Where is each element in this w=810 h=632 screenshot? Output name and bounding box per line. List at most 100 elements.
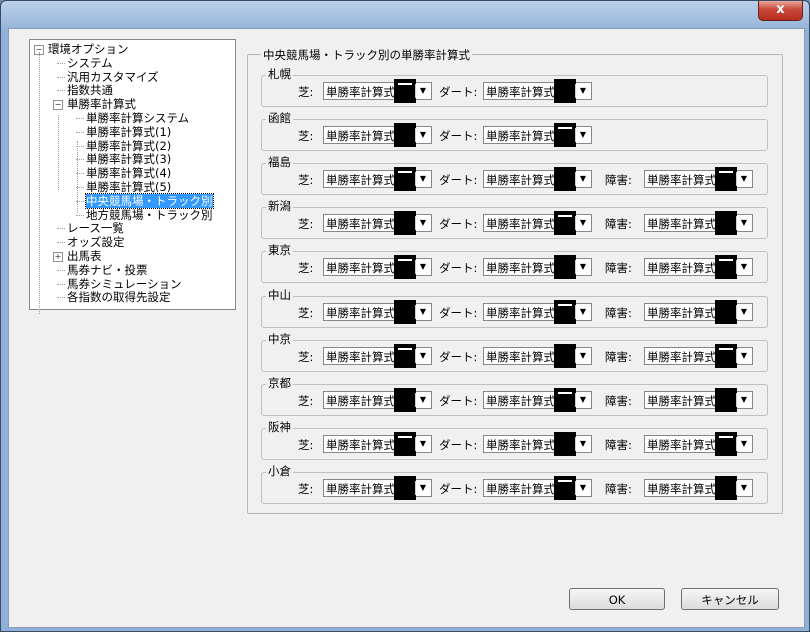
formula-combo[interactable]: 単勝率計算式 ▼: [644, 255, 753, 280]
tree-item[interactable]: 単勝率計算式(2): [86, 139, 171, 153]
redaction-block: [715, 431, 737, 456]
chevron-down-icon[interactable]: ▼: [415, 436, 430, 451]
combo-value: 単勝率計算式: [647, 173, 716, 188]
cancel-button[interactable]: キャンセル: [681, 588, 779, 610]
formula-combo[interactable]: 単勝率計算式 ▼: [483, 431, 592, 456]
chevron-down-icon[interactable]: ▼: [575, 84, 590, 98]
tree-item[interactable]: 単勝率計算式(1): [86, 125, 171, 139]
chevron-down-icon[interactable]: ▼: [736, 436, 751, 451]
tree-item[interactable]: 地方競馬場・トラック別: [86, 208, 213, 222]
formula-combo[interactable]: 単勝率計算式 ▼: [483, 343, 592, 368]
combo-value: 単勝率計算式: [326, 437, 395, 452]
tree-item[interactable]: 各指数の取得先設定: [67, 290, 171, 304]
tree-item[interactable]: 汎用カスタマイズ: [67, 70, 159, 84]
track-row: 東京 芝: 単勝率計算式 ▼ ダート: 単勝率計算式 ▼ 障害: 単勝率計算式 ▼: [261, 242, 768, 284]
hurdle-label: 障害:: [605, 217, 632, 232]
chevron-down-icon[interactable]: ▼: [415, 260, 430, 275]
tree-item[interactable]: 単勝率計算式(4): [86, 166, 171, 180]
hurdle-label: 障害:: [605, 393, 632, 408]
redaction-block: [554, 387, 576, 412]
tree-item-label: オッズ設定: [67, 235, 125, 250]
formula-combo[interactable]: 単勝率計算式 ▼: [644, 387, 753, 412]
formula-combo[interactable]: 単勝率計算式 ▼: [483, 167, 592, 192]
tree-item[interactable]: 単勝率計算式(3): [86, 152, 171, 166]
chevron-down-icon[interactable]: ▼: [575, 172, 590, 187]
formula-combo[interactable]: 単勝率計算式 ▼: [483, 123, 592, 148]
formula-combo[interactable]: 単勝率計算式 ▼: [323, 343, 432, 368]
formula-combo[interactable]: 単勝率計算式 ▼: [323, 167, 432, 192]
tree-item[interactable]: 単勝率計算式: [67, 97, 136, 111]
tree-item[interactable]: システム: [67, 56, 113, 70]
chevron-down-icon[interactable]: ▼: [736, 172, 751, 187]
formula-combo[interactable]: 単勝率計算式 ▼: [644, 211, 753, 236]
chevron-down-icon[interactable]: ▼: [575, 260, 590, 275]
tree-item[interactable]: レース一覧: [67, 221, 124, 235]
redaction-block: [554, 343, 576, 368]
chevron-down-icon[interactable]: ▼: [575, 436, 590, 451]
chevron-down-icon[interactable]: ▼: [415, 392, 430, 407]
chevron-down-icon[interactable]: ▼: [575, 480, 590, 495]
chevron-down-icon[interactable]: ▼: [736, 260, 751, 275]
chevron-down-icon[interactable]: ▼: [415, 348, 430, 363]
redaction-block: [554, 167, 576, 192]
formula-combo[interactable]: 単勝率計算式 ▼: [483, 387, 592, 412]
tree-item-label: 汎用カスタマイズ: [67, 69, 159, 84]
chevron-down-icon[interactable]: ▼: [575, 216, 590, 231]
tree-item[interactable]: 指数共通: [67, 83, 113, 97]
chevron-down-icon[interactable]: ▼: [575, 304, 590, 319]
chevron-down-icon[interactable]: ▼: [736, 304, 751, 319]
redaction-block: [715, 387, 737, 412]
combo-value: 単勝率計算式: [486, 173, 555, 188]
tree-item[interactable]: 単勝率計算式(5): [86, 180, 171, 194]
formula-combo[interactable]: 単勝率計算式 ▼: [644, 475, 753, 500]
tree-item[interactable]: 環境オプション: [48, 42, 129, 56]
formula-combo[interactable]: 単勝率計算式 ▼: [644, 431, 753, 456]
close-button[interactable]: x: [758, 1, 803, 21]
redaction-block: [554, 299, 576, 324]
formula-combo[interactable]: 単勝率計算式 ▼: [644, 299, 753, 324]
chevron-down-icon[interactable]: ▼: [415, 304, 430, 319]
formula-combo[interactable]: 単勝率計算式 ▼: [644, 343, 753, 368]
chevron-down-icon[interactable]: ▼: [415, 216, 430, 231]
combo-value: 単勝率計算式: [326, 261, 395, 276]
ok-button[interactable]: OK: [569, 588, 665, 610]
formula-combo[interactable]: 単勝率計算式 ▼: [323, 299, 432, 324]
chevron-down-icon[interactable]: ▼: [415, 84, 430, 98]
tree-item[interactable]: 馬券シミュレーション: [67, 277, 182, 291]
tree-item[interactable]: 中央競馬場・トラック別: [85, 192, 214, 209]
chevron-down-icon[interactable]: ▼: [415, 128, 430, 143]
chevron-down-icon[interactable]: ▼: [415, 480, 430, 495]
chevron-down-icon[interactable]: ▼: [575, 128, 590, 143]
formula-combo[interactable]: 単勝率計算式 ▼: [323, 211, 432, 236]
combo-value: 単勝率計算式: [326, 349, 395, 364]
formula-combo[interactable]: 単勝率計算式 ▼: [483, 475, 592, 500]
formula-combo[interactable]: 単勝率計算式 ▼: [644, 167, 753, 192]
formula-combo[interactable]: 単勝率計算式 ▼: [483, 79, 592, 103]
chevron-down-icon[interactable]: ▼: [575, 348, 590, 363]
chevron-down-icon[interactable]: ▼: [736, 216, 751, 231]
tree-item[interactable]: 馬券ナビ・投票: [67, 263, 148, 277]
chevron-down-icon[interactable]: ▼: [736, 480, 751, 495]
dirt-label: ダート:: [439, 261, 478, 276]
collapse-icon[interactable]: −: [53, 100, 63, 111]
tree-item[interactable]: オッズ設定: [67, 235, 125, 249]
formula-combo[interactable]: 単勝率計算式 ▼: [323, 431, 432, 456]
formula-combo[interactable]: 単勝率計算式 ▼: [323, 475, 432, 500]
chevron-down-icon[interactable]: ▼: [736, 348, 751, 363]
formula-combo[interactable]: 単勝率計算式 ▼: [323, 123, 432, 148]
redaction-block: [715, 255, 737, 280]
formula-combo[interactable]: 単勝率計算式 ▼: [483, 299, 592, 324]
formula-combo[interactable]: 単勝率計算式 ▼: [323, 79, 432, 103]
options-tree[interactable]: 環境オプション − システム 汎用カスタマイズ 指数共通 単勝率計算式 − 単勝率計算システム…: [29, 39, 236, 314]
track-row: 中山 芝: 単勝率計算式 ▼ ダート: 単勝率計算式 ▼ 障害: 単勝率計算式 ▼: [261, 286, 768, 328]
tree-item[interactable]: 単勝率計算システム: [86, 111, 189, 125]
tree-item[interactable]: 出馬表: [67, 249, 102, 263]
expand-icon[interactable]: +: [53, 252, 63, 262]
formula-combo[interactable]: 単勝率計算式 ▼: [323, 255, 432, 280]
chevron-down-icon[interactable]: ▼: [415, 172, 430, 187]
formula-combo[interactable]: 単勝率計算式 ▼: [483, 211, 592, 236]
formula-combo[interactable]: 単勝率計算式 ▼: [483, 255, 592, 280]
chevron-down-icon[interactable]: ▼: [736, 392, 751, 407]
formula-combo[interactable]: 単勝率計算式 ▼: [323, 387, 432, 412]
chevron-down-icon[interactable]: ▼: [575, 392, 590, 407]
